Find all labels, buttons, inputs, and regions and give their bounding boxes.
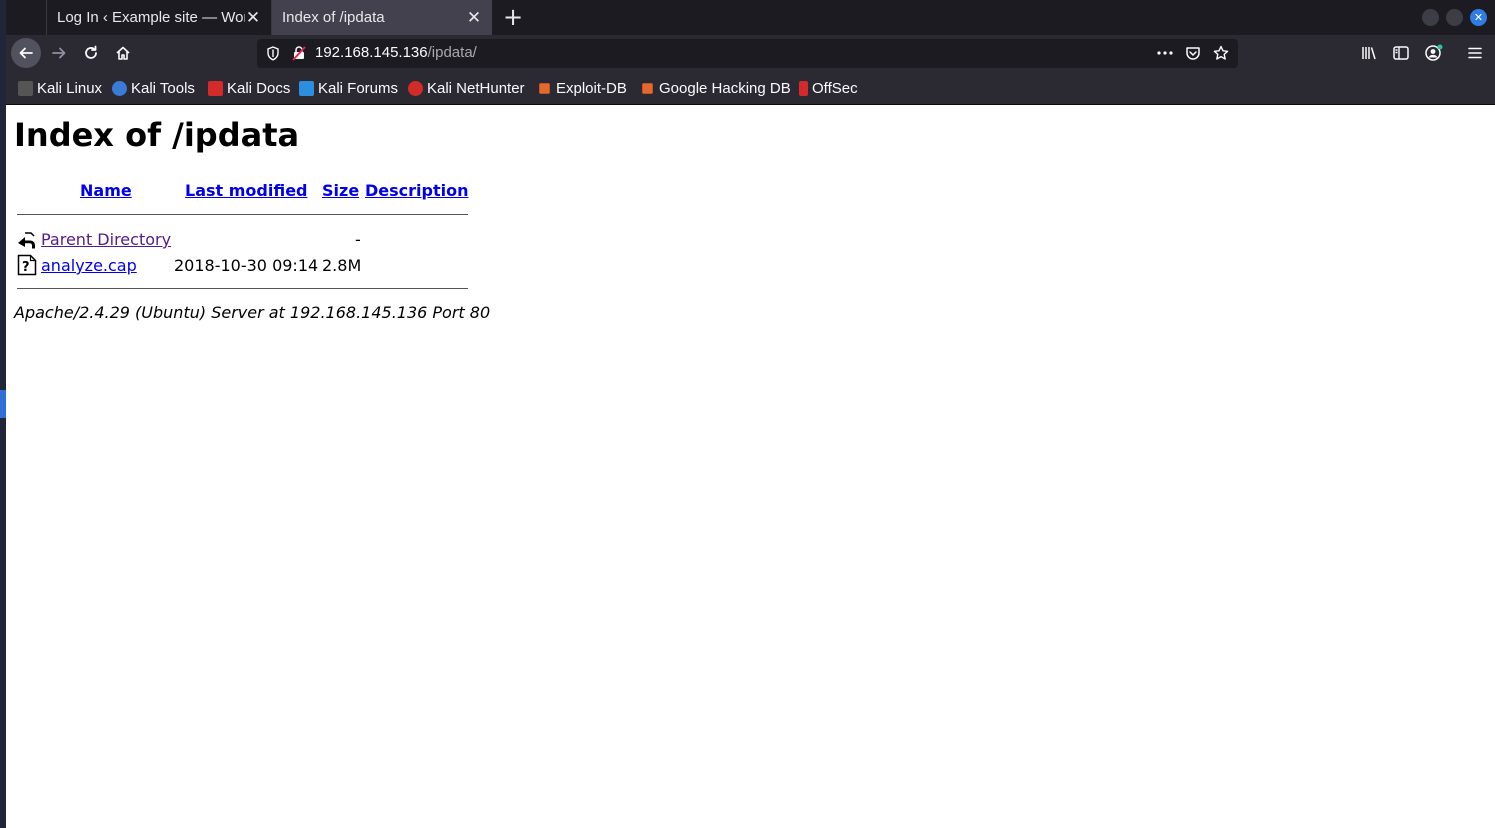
file-link-analyze-cap[interactable]: analyze.cap [41,256,137,275]
row-last-modified: 2018-10-30 09:14 [174,256,319,275]
header-divider [17,214,468,215]
bookmark-label: Kali Tools [131,80,195,97]
bookmark-kali-docs[interactable]: Kali Docs [208,80,290,97]
forward-button[interactable] [44,38,74,68]
bookmark-kali-tools[interactable]: Kali Tools [112,80,195,97]
kali-tools-icon [112,81,127,96]
insecure-connection-lock-icon[interactable] [291,45,307,61]
column-header-name[interactable]: Name [80,181,132,200]
url-bar[interactable]: 192.168.145.136/ipdata/ [257,39,1238,68]
close-icon: ✕ [1473,11,1484,24]
page-actions-more-icon[interactable] [1156,45,1174,61]
maximize-button[interactable] [1446,9,1463,26]
tab-label: Index of /ipdata [282,9,385,26]
exploit-db-icon [539,83,550,94]
back-arrow-icon [19,47,33,59]
hamburger-menu-icon[interactable] [1466,45,1484,61]
bookmark-label: Kali Linux [37,80,103,97]
bookmark-kali-forums[interactable]: Kali Forums [299,80,398,97]
reload-icon [85,45,97,59]
bookmark-kali-nethunter[interactable]: Kali NetHunter [408,80,525,97]
back-button[interactable] [11,38,41,68]
tab-close-icon[interactable]: ✕ [245,8,261,27]
column-header-size[interactable]: Size [322,181,359,200]
home-button[interactable] [108,38,138,68]
tab-index-ipdata[interactable]: Index of /ipdata ✕ [272,0,492,35]
footer-divider [17,288,468,289]
url-host: 192.168.145.136 [315,44,428,61]
account-icon[interactable] [1424,44,1444,62]
nethunter-icon [408,81,423,96]
tab-bar: Log In ‹ Example site — WordPress ✕ Inde… [6,0,1495,35]
tracking-protection-shield-icon[interactable] [265,45,281,61]
tab-label: Log In ‹ Example site — WordPress [57,9,245,26]
ghdb-icon [642,83,653,94]
library-icon[interactable] [1360,45,1378,61]
bookmark-label: Kali Docs [227,80,291,97]
navigation-toolbar: 192.168.145.136/ipdata/ [6,35,1495,71]
close-window-button[interactable]: ✕ [1470,9,1487,26]
server-signature: Apache/2.4.29 (Ubuntu) Server at 192.168… [14,303,491,322]
bookmark-offsec[interactable]: OffSec [799,80,858,97]
url-text[interactable]: 192.168.145.136/ipdata/ [315,44,477,61]
forward-arrow-icon [52,47,66,59]
bookmark-exploit-db[interactable]: Exploit-DB [537,80,627,97]
page-content: Index of /ipdata Name Last modified Size… [6,105,1495,828]
kali-forums-icon [299,81,314,96]
url-path: /ipdata/ [427,44,477,61]
bookmark-label: Kali Forums [318,80,399,97]
column-header-last-modified[interactable]: Last modified [185,181,308,200]
kali-docs-icon [208,81,223,96]
bookmark-label: OffSec [812,80,858,97]
bookmark-label: Exploit-DB [556,80,627,97]
bookmark-kali-linux[interactable]: Kali Linux [18,80,102,97]
page-title: Index of /ipdata [14,116,300,154]
back-arrow-icon [18,232,35,249]
tab-close-icon[interactable]: ✕ [466,8,482,27]
reload-button[interactable] [76,38,106,68]
sidebar-toggle-icon[interactable] [1392,45,1410,61]
offsec-icon [799,81,808,96]
column-header-description[interactable]: Description [365,181,468,200]
new-tab-button[interactable]: + [500,4,526,30]
kali-dragon-icon [18,81,33,96]
parent-directory-link[interactable]: Parent Directory [41,230,171,249]
bookmark-google-hacking-db[interactable]: Google Hacking DB [640,80,791,97]
row-size: 2.8M [322,256,362,275]
pocket-icon[interactable] [1184,45,1202,61]
bookmark-label: Kali NetHunter [427,80,525,97]
unknown-file-icon: ? [17,254,37,276]
bookmark-label: Google Hacking DB [659,80,791,97]
bookmark-star-icon[interactable] [1212,45,1230,61]
row-size: - [355,230,361,249]
svg-text:?: ? [22,260,30,275]
tab-wordpress-login[interactable]: Log In ‹ Example site — WordPress ✕ [46,0,272,35]
home-icon [116,46,130,60]
minimize-button[interactable] [1422,9,1439,26]
bookmarks-toolbar: Kali Linux Kali Tools Kali Docs Kali For… [6,71,1495,105]
browser-window: Log In ‹ Example site — WordPress ✕ Inde… [6,0,1495,828]
